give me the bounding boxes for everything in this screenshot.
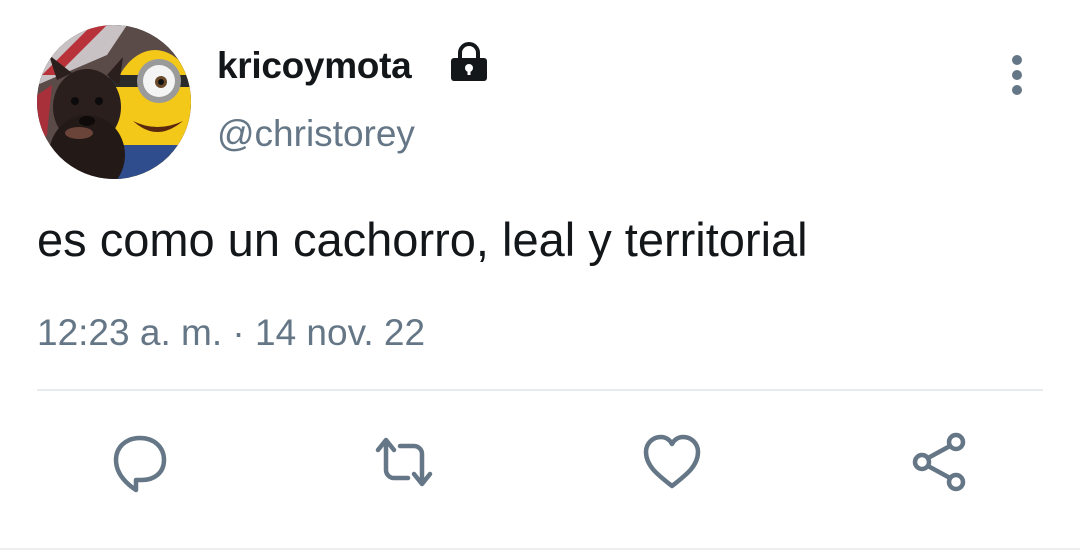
avatar[interactable] [37,25,191,179]
more-vertical-icon[interactable] [1000,52,1034,98]
retweet-icon [375,437,433,487]
user-handle[interactable]: @christorey [217,112,415,156]
tweet-text: es como un cachorro, leal y territorial [37,213,808,266]
reply-button[interactable] [108,430,172,494]
retweet-button[interactable] [372,430,436,494]
tweet-card: kricoymota @christorey es como un cachor… [0,0,1080,555]
reply-icon [113,435,167,493]
divider [37,389,1043,391]
share-icon [912,432,966,492]
user-name[interactable]: kricoymota [217,44,412,88]
like-button[interactable] [640,430,704,494]
lock-icon [448,41,490,83]
heart-icon [643,434,701,489]
bottom-border [0,548,1080,550]
tweet-timestamp[interactable]: 12:23 a. m. · 14 nov. 22 [37,310,425,356]
share-button[interactable] [908,430,972,494]
